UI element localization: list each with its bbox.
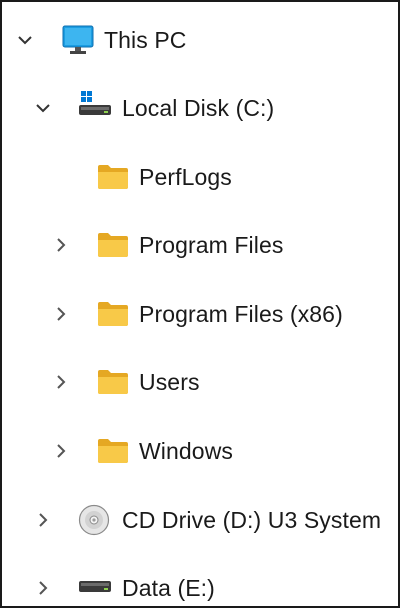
tree-item-program-files-x86[interactable]: Program Files (x86): [2, 289, 398, 339]
tree-item-this-pc[interactable]: This PC: [2, 15, 398, 65]
chevron-right-icon[interactable]: [52, 373, 70, 391]
folder-icon: [97, 369, 129, 400]
chevron-right-icon[interactable]: [52, 442, 70, 460]
chevron-down-icon[interactable]: [16, 31, 34, 49]
windows-drive-icon: [78, 90, 112, 125]
tree-item-label: Local Disk (C:): [122, 94, 275, 121]
tree-item-label: PerfLogs: [139, 163, 232, 190]
chevron-right-icon[interactable]: [52, 305, 70, 323]
tree-item-label: CD Drive (D:) U3 System: [122, 506, 382, 533]
chevron-right-icon[interactable]: [34, 511, 52, 529]
tree-item-label: Users: [139, 368, 200, 395]
monitor-icon: [62, 25, 94, 60]
tree-item-label: Windows: [139, 437, 234, 464]
tree-item-program-files[interactable]: Program Files: [2, 220, 398, 270]
navigation-tree: This PC Local Disk (C:) PerfLogs Program…: [0, 0, 400, 608]
chevron-down-icon[interactable]: [34, 99, 52, 117]
tree-item-label: Data (E:): [122, 574, 215, 601]
tree-item-label: This PC: [104, 26, 187, 53]
chevron-right-icon[interactable]: [34, 579, 52, 597]
folder-icon: [97, 232, 129, 263]
folder-icon: [97, 438, 129, 469]
tree-item-label: Program Files (x86): [139, 300, 343, 327]
tree-item-users[interactable]: Users: [2, 357, 398, 407]
folder-icon: [97, 164, 129, 195]
tree-item-windows[interactable]: Windows: [2, 426, 398, 476]
tree-item-cd-drive[interactable]: CD Drive (D:) U3 System: [2, 495, 398, 545]
tree-item-label: Program Files: [139, 231, 284, 258]
cd-drive-icon: [78, 504, 110, 541]
drive-icon: [78, 580, 112, 599]
tree-item-perflogs[interactable]: PerfLogs: [2, 152, 398, 202]
tree-item-data-drive[interactable]: Data (E:): [2, 563, 398, 606]
chevron-right-icon[interactable]: [52, 236, 70, 254]
tree-item-local-disk[interactable]: Local Disk (C:): [2, 83, 398, 133]
folder-icon: [97, 301, 129, 332]
